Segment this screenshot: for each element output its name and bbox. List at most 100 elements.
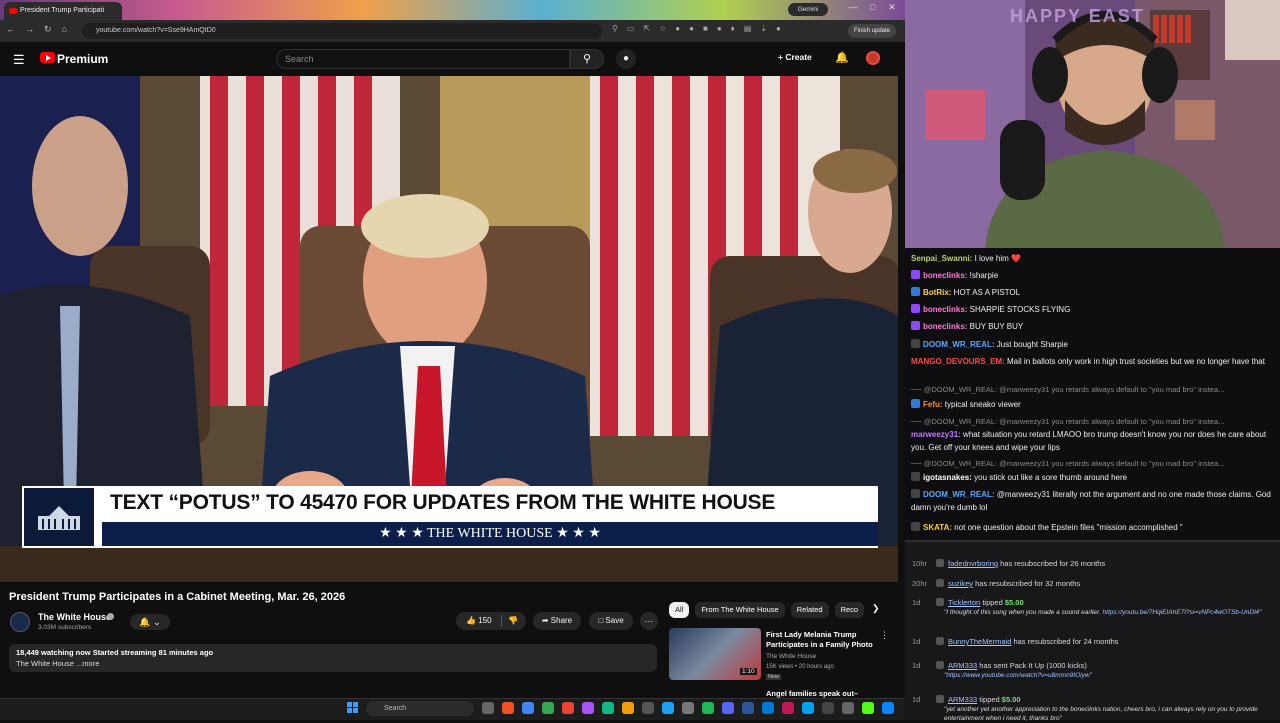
app-icon[interactable] bbox=[542, 702, 554, 714]
home-icon[interactable]: ⌂ bbox=[62, 24, 67, 35]
account-avatar[interactable] bbox=[866, 51, 880, 65]
chat-username[interactable]: marweezy31: bbox=[911, 430, 961, 439]
event-link[interactable]: https://youtu.be/7HqiEtAhE7I?si=vNPc4wOT… bbox=[1103, 609, 1262, 616]
chat-username[interactable]: boneclinks: bbox=[923, 305, 967, 314]
event-username[interactable]: Ticklerton bbox=[948, 598, 980, 607]
extension-icon[interactable]: ● bbox=[717, 24, 722, 33]
share-page-icon[interactable]: ⇱ bbox=[643, 24, 650, 33]
chat-badge-icon bbox=[911, 489, 920, 498]
app-icon[interactable] bbox=[642, 702, 654, 714]
chat-username[interactable]: DOOM_WR_REAL: bbox=[923, 340, 995, 349]
forward-icon[interactable]: → bbox=[25, 24, 34, 35]
notifications-bell-icon[interactable]: 🔔 bbox=[835, 51, 849, 64]
chat-message: SKATA: not one question about the Epstei… bbox=[911, 521, 1277, 534]
extension-icon[interactable]: ● bbox=[689, 24, 694, 33]
search-icon[interactable]: ⚲ bbox=[570, 49, 604, 69]
app-icon[interactable] bbox=[602, 702, 614, 714]
event-row: 20hr suzikey has resubscribed for 32 mont… bbox=[912, 578, 1272, 589]
more-vert-icon[interactable]: ⋮ bbox=[880, 630, 889, 641]
close-icon[interactable]: ✕ bbox=[888, 2, 896, 16]
recommended-title-next[interactable]: Angel families speak out– bbox=[766, 689, 858, 698]
app-icon[interactable] bbox=[842, 702, 854, 714]
chat-username[interactable]: BotRix: bbox=[923, 288, 951, 297]
app-icon[interactable] bbox=[782, 702, 794, 714]
channel-avatar[interactable] bbox=[10, 612, 30, 632]
app-icon[interactable] bbox=[882, 702, 894, 714]
youtube-logo-icon[interactable] bbox=[40, 52, 55, 63]
chip-all[interactable]: All bbox=[669, 602, 690, 618]
more-actions-icon[interactable]: ⋯ bbox=[640, 612, 658, 630]
chip-recommended[interactable]: Reco bbox=[834, 602, 865, 618]
youtube-premium-logo[interactable]: Premium bbox=[57, 52, 108, 66]
event-link[interactable]: "https://www.youtube.com/watch?v=u8mmn9I… bbox=[944, 672, 1092, 679]
finish-update-button[interactable]: Finish update bbox=[848, 24, 896, 38]
like-dislike-button[interactable]: 👍 150 👎 bbox=[456, 612, 526, 630]
maximize-icon[interactable]: □ bbox=[870, 2, 875, 16]
app-icon[interactable] bbox=[582, 702, 594, 714]
chrome-icon[interactable] bbox=[522, 702, 534, 714]
subscribe-bell-button[interactable]: 🔔 ⌄ bbox=[130, 614, 170, 630]
kick-icon[interactable] bbox=[862, 702, 874, 714]
gemini-button[interactable]: Gemini bbox=[788, 3, 828, 16]
sidebar-icon[interactable]: ▤ bbox=[744, 24, 752, 33]
zoom-icon[interactable]: ⚲ bbox=[612, 24, 618, 33]
cast-icon[interactable]: ▭ bbox=[627, 24, 635, 33]
recommended-title[interactable]: First Lady Melania Trump Participates in… bbox=[766, 630, 876, 650]
create-button[interactable]: + Create bbox=[778, 52, 812, 62]
app-icon[interactable] bbox=[742, 702, 754, 714]
extension-icon[interactable]: ● bbox=[675, 24, 680, 33]
chat-username[interactable]: Fefu: bbox=[923, 400, 943, 409]
bookmark-star-icon[interactable]: ☆ bbox=[659, 24, 666, 33]
app-icon[interactable] bbox=[502, 702, 514, 714]
channel-name[interactable]: The White House bbox=[38, 612, 111, 622]
reload-icon[interactable]: ↻ bbox=[44, 24, 52, 35]
puzzle-icon[interactable]: ♦ bbox=[731, 24, 735, 33]
event-username[interactable]: ARM333 bbox=[948, 661, 977, 670]
app-icon[interactable] bbox=[762, 702, 774, 714]
event-username[interactable]: fadednvrboring bbox=[948, 559, 998, 568]
spotify-icon[interactable] bbox=[702, 702, 714, 714]
app-icon[interactable] bbox=[682, 702, 694, 714]
chat-text: typical sneako viewer bbox=[942, 400, 1021, 409]
recommendation-chips: All From The White House Related Reco bbox=[669, 602, 865, 618]
window-controls[interactable]: — □ ✕ bbox=[842, 2, 902, 16]
windows-start-icon[interactable] bbox=[347, 702, 359, 714]
minimize-icon[interactable]: — bbox=[848, 2, 857, 16]
chat-username[interactable]: Senpai_Swanni: bbox=[911, 254, 972, 263]
profile-icon[interactable]: ● bbox=[776, 24, 781, 33]
thumbs-up-icon[interactable]: 👍 bbox=[466, 616, 476, 625]
discord-icon[interactable] bbox=[722, 702, 734, 714]
chat-username[interactable]: boneclinks: bbox=[923, 322, 967, 331]
url-field[interactable]: youtube.com/watch?v=Sse9HAmQtD0 bbox=[82, 23, 602, 39]
task-view-icon[interactable] bbox=[482, 702, 494, 714]
event-username[interactable]: BunnyTheMermaid bbox=[948, 637, 1011, 646]
thumbs-down-icon[interactable]: 👎 bbox=[508, 612, 518, 630]
recommended-channel[interactable]: The White House bbox=[766, 653, 816, 660]
folder-icon[interactable] bbox=[622, 702, 634, 714]
extension-icon[interactable]: ■ bbox=[703, 24, 708, 33]
app-icon[interactable] bbox=[802, 702, 814, 714]
chat-username[interactable]: MANGO_DEVOURS_EM: bbox=[911, 357, 1005, 366]
event-username[interactable]: ARM333 bbox=[948, 695, 977, 704]
taskbar-search[interactable]: Search bbox=[366, 701, 474, 716]
hamburger-menu-icon[interactable]: ☰ bbox=[13, 52, 25, 68]
tab-youtube[interactable]: President Trump Participati bbox=[4, 2, 122, 20]
chip-related[interactable]: Related bbox=[790, 602, 829, 618]
chevron-right-icon[interactable]: ❯ bbox=[872, 603, 880, 614]
app-icon[interactable] bbox=[562, 702, 574, 714]
chat-username[interactable]: igotasnakes: bbox=[923, 473, 972, 482]
chat-username[interactable]: SKATA: bbox=[923, 523, 952, 532]
description-preview[interactable]: The White House ...more bbox=[16, 659, 99, 668]
chat-username[interactable]: DOOM_WR_REAL: bbox=[923, 490, 995, 499]
app-icon[interactable] bbox=[662, 702, 674, 714]
chip-from-channel[interactable]: From The White House bbox=[695, 602, 785, 618]
back-icon[interactable]: ← bbox=[6, 24, 15, 35]
event-username[interactable]: suzikey bbox=[948, 579, 973, 588]
share-button[interactable]: ➦ Share bbox=[533, 612, 581, 630]
search-input[interactable]: Search bbox=[276, 49, 570, 69]
chat-username[interactable]: boneclinks: bbox=[923, 271, 967, 280]
microphone-icon[interactable]: ● bbox=[616, 49, 636, 69]
save-button[interactable]: □ Save bbox=[589, 612, 633, 630]
download-icon[interactable]: ⇣ bbox=[760, 24, 767, 33]
app-icon[interactable] bbox=[822, 702, 834, 714]
